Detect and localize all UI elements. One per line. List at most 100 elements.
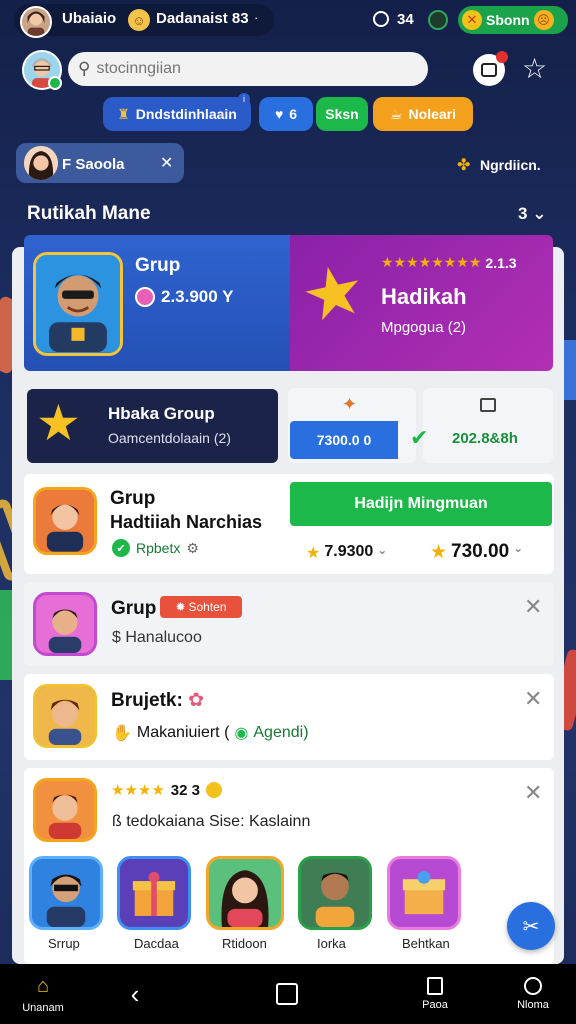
coin-label: Sbonn	[486, 12, 530, 28]
list-item[interactable]	[24, 674, 554, 760]
thumb-tile[interactable]	[206, 856, 284, 930]
price-option-2[interactable]: ★ 730.00 ⌄	[430, 541, 523, 564]
group-card-tag: ✔ Rpbetx ⚙	[112, 539, 199, 557]
chevron-down-icon: ⌄	[377, 543, 388, 557]
hero-left-value-row: 2.3.900 Y	[135, 287, 233, 307]
search-bar[interactable]: ⚲	[68, 52, 428, 86]
fab-button[interactable]: ✂	[507, 902, 555, 950]
notification-dot	[496, 51, 508, 63]
location-label: Ngrdiicn.	[480, 157, 541, 173]
rating-row: ★★★★ 32 3	[111, 781, 222, 799]
thumb-label: Behtkan	[402, 936, 450, 951]
join-button[interactable]: Hadijn Mingmuan	[290, 482, 552, 526]
rating-stars: ★★★★★★★★	[381, 254, 482, 270]
list-item[interactable]	[24, 582, 554, 666]
calendar-icon	[480, 398, 496, 412]
thumb-label: Iorka	[317, 936, 346, 951]
location-icon: ✤	[457, 157, 471, 174]
hero-left-thumb	[33, 252, 123, 356]
search-icon: ⚲	[78, 59, 91, 78]
list-item-thumb	[33, 778, 97, 842]
group-card-subtitle: Hadtiiah Narchias	[110, 512, 263, 532]
search-input[interactable]	[96, 60, 397, 78]
group-card-thumb	[33, 487, 97, 555]
trophy-icon: ♜	[117, 105, 130, 122]
emoji-icon: ☹	[533, 10, 554, 30]
hero-right-title: Hadikah	[381, 284, 467, 309]
circle-icon	[524, 977, 542, 995]
list-item-thumb	[33, 592, 97, 656]
thumb-tile[interactable]	[387, 856, 461, 930]
close-icon[interactable]: ✕	[524, 780, 542, 806]
close-icon[interactable]: ✕	[524, 686, 542, 712]
nav-back[interactable]: ‹	[110, 964, 160, 1024]
nav-share[interactable]	[262, 964, 312, 1024]
clock-icon	[373, 11, 389, 27]
list-item-title: Brujetk: ✿	[111, 690, 204, 711]
list-item-sub: $ Hanalucoo	[112, 629, 202, 646]
chat-icon: ◉	[234, 725, 249, 742]
share-icon	[276, 983, 298, 1005]
thumbs-icon: ✋	[112, 725, 132, 742]
list-item-thumb	[33, 684, 97, 748]
promo-sub: Oamcentdolaain (2)	[108, 430, 231, 446]
thumb-label: Dacdaa	[134, 936, 179, 951]
user-name: Ubaiaio	[62, 10, 117, 27]
thumb-tile[interactable]	[29, 856, 103, 930]
badge-primary[interactable]: ♜ Dndstdinhlaain	[103, 97, 251, 131]
section-count[interactable]: 3 ⌄	[518, 204, 546, 224]
nav-doc[interactable]: Paoa	[410, 964, 460, 1024]
chip-close-icon[interactable]: ✕	[160, 153, 173, 173]
mask-icon	[428, 10, 448, 30]
close-icon[interactable]: ✕	[524, 594, 542, 620]
price-option-1[interactable]: ★ 7.9300 ⌄	[306, 543, 387, 563]
nav-home[interactable]: ⌂ Unanam	[10, 964, 76, 1024]
settings-icon: ⚙	[186, 539, 199, 556]
rating-stars: ★★★★	[111, 782, 165, 799]
amount-pill: 7300.0 0	[290, 421, 398, 459]
character-illustration	[36, 255, 120, 353]
user-avatar[interactable]	[20, 6, 52, 38]
fire-icon: ✹	[175, 600, 186, 614]
time-text: 34	[397, 11, 414, 28]
price-star-icon: ★	[306, 545, 321, 562]
gift-icon: ☕	[389, 105, 403, 122]
dropdown-icon[interactable]: ·	[254, 10, 258, 25]
thumb-tile[interactable]	[298, 856, 372, 930]
chip-name: F Saoola	[62, 156, 125, 173]
heart-icon: ♥	[274, 106, 284, 122]
list-item[interactable]	[24, 768, 554, 964]
thumb-label: Rtidoon	[222, 936, 267, 951]
list-item-tag: ✹ Sohten	[160, 596, 242, 618]
list-item-sub: ✋ Makaniuiert ( ◉ Agendi)	[112, 724, 309, 742]
hero-rating: ★★★★★★★★ 2.1.3	[381, 254, 517, 271]
badge-primary-label: Dndstdinhlaain	[135, 106, 237, 122]
hero-right-sub: Mpgogua (2)	[381, 319, 467, 336]
inbox-icon	[481, 63, 497, 77]
nav-more[interactable]: Nloma	[505, 964, 561, 1024]
promo-star-icon: ★	[36, 395, 81, 451]
group-emoji-icon: ☺	[128, 9, 150, 31]
chevron-down-icon: ⌄	[532, 204, 547, 223]
flower-icon: ✿	[188, 690, 204, 711]
badge-orange-label: Noleari	[408, 106, 457, 122]
group-name: Dadanaist 83	[156, 10, 249, 27]
badge-orange[interactable]: ☕ Noleari	[373, 97, 473, 131]
doc-icon	[427, 977, 443, 995]
coin-pill[interactable]: ✕ Sbonn ☹	[458, 6, 568, 34]
price-star-icon: ★	[430, 542, 448, 563]
thumb-label: Srrup	[48, 936, 80, 951]
check-icon: ✔	[410, 425, 429, 450]
star-icon[interactable]: ☆	[522, 52, 547, 85]
online-indicator	[48, 76, 62, 90]
back-icon: ‹	[130, 978, 140, 1009]
badge-green-label: Sksn	[325, 106, 359, 122]
fire-icon: ✦	[342, 394, 358, 414]
thumb-tile[interactable]	[117, 856, 191, 930]
coin-icon	[206, 782, 222, 798]
chevron-down-icon: ⌄	[513, 541, 524, 555]
badge-green[interactable]: Sksn	[316, 97, 368, 131]
coin-icon: ✕	[462, 10, 482, 30]
list-item-sub: ß tedokaiana Sise: Kaslainn	[112, 813, 311, 830]
badge-count[interactable]: ♥ 6	[259, 97, 313, 131]
